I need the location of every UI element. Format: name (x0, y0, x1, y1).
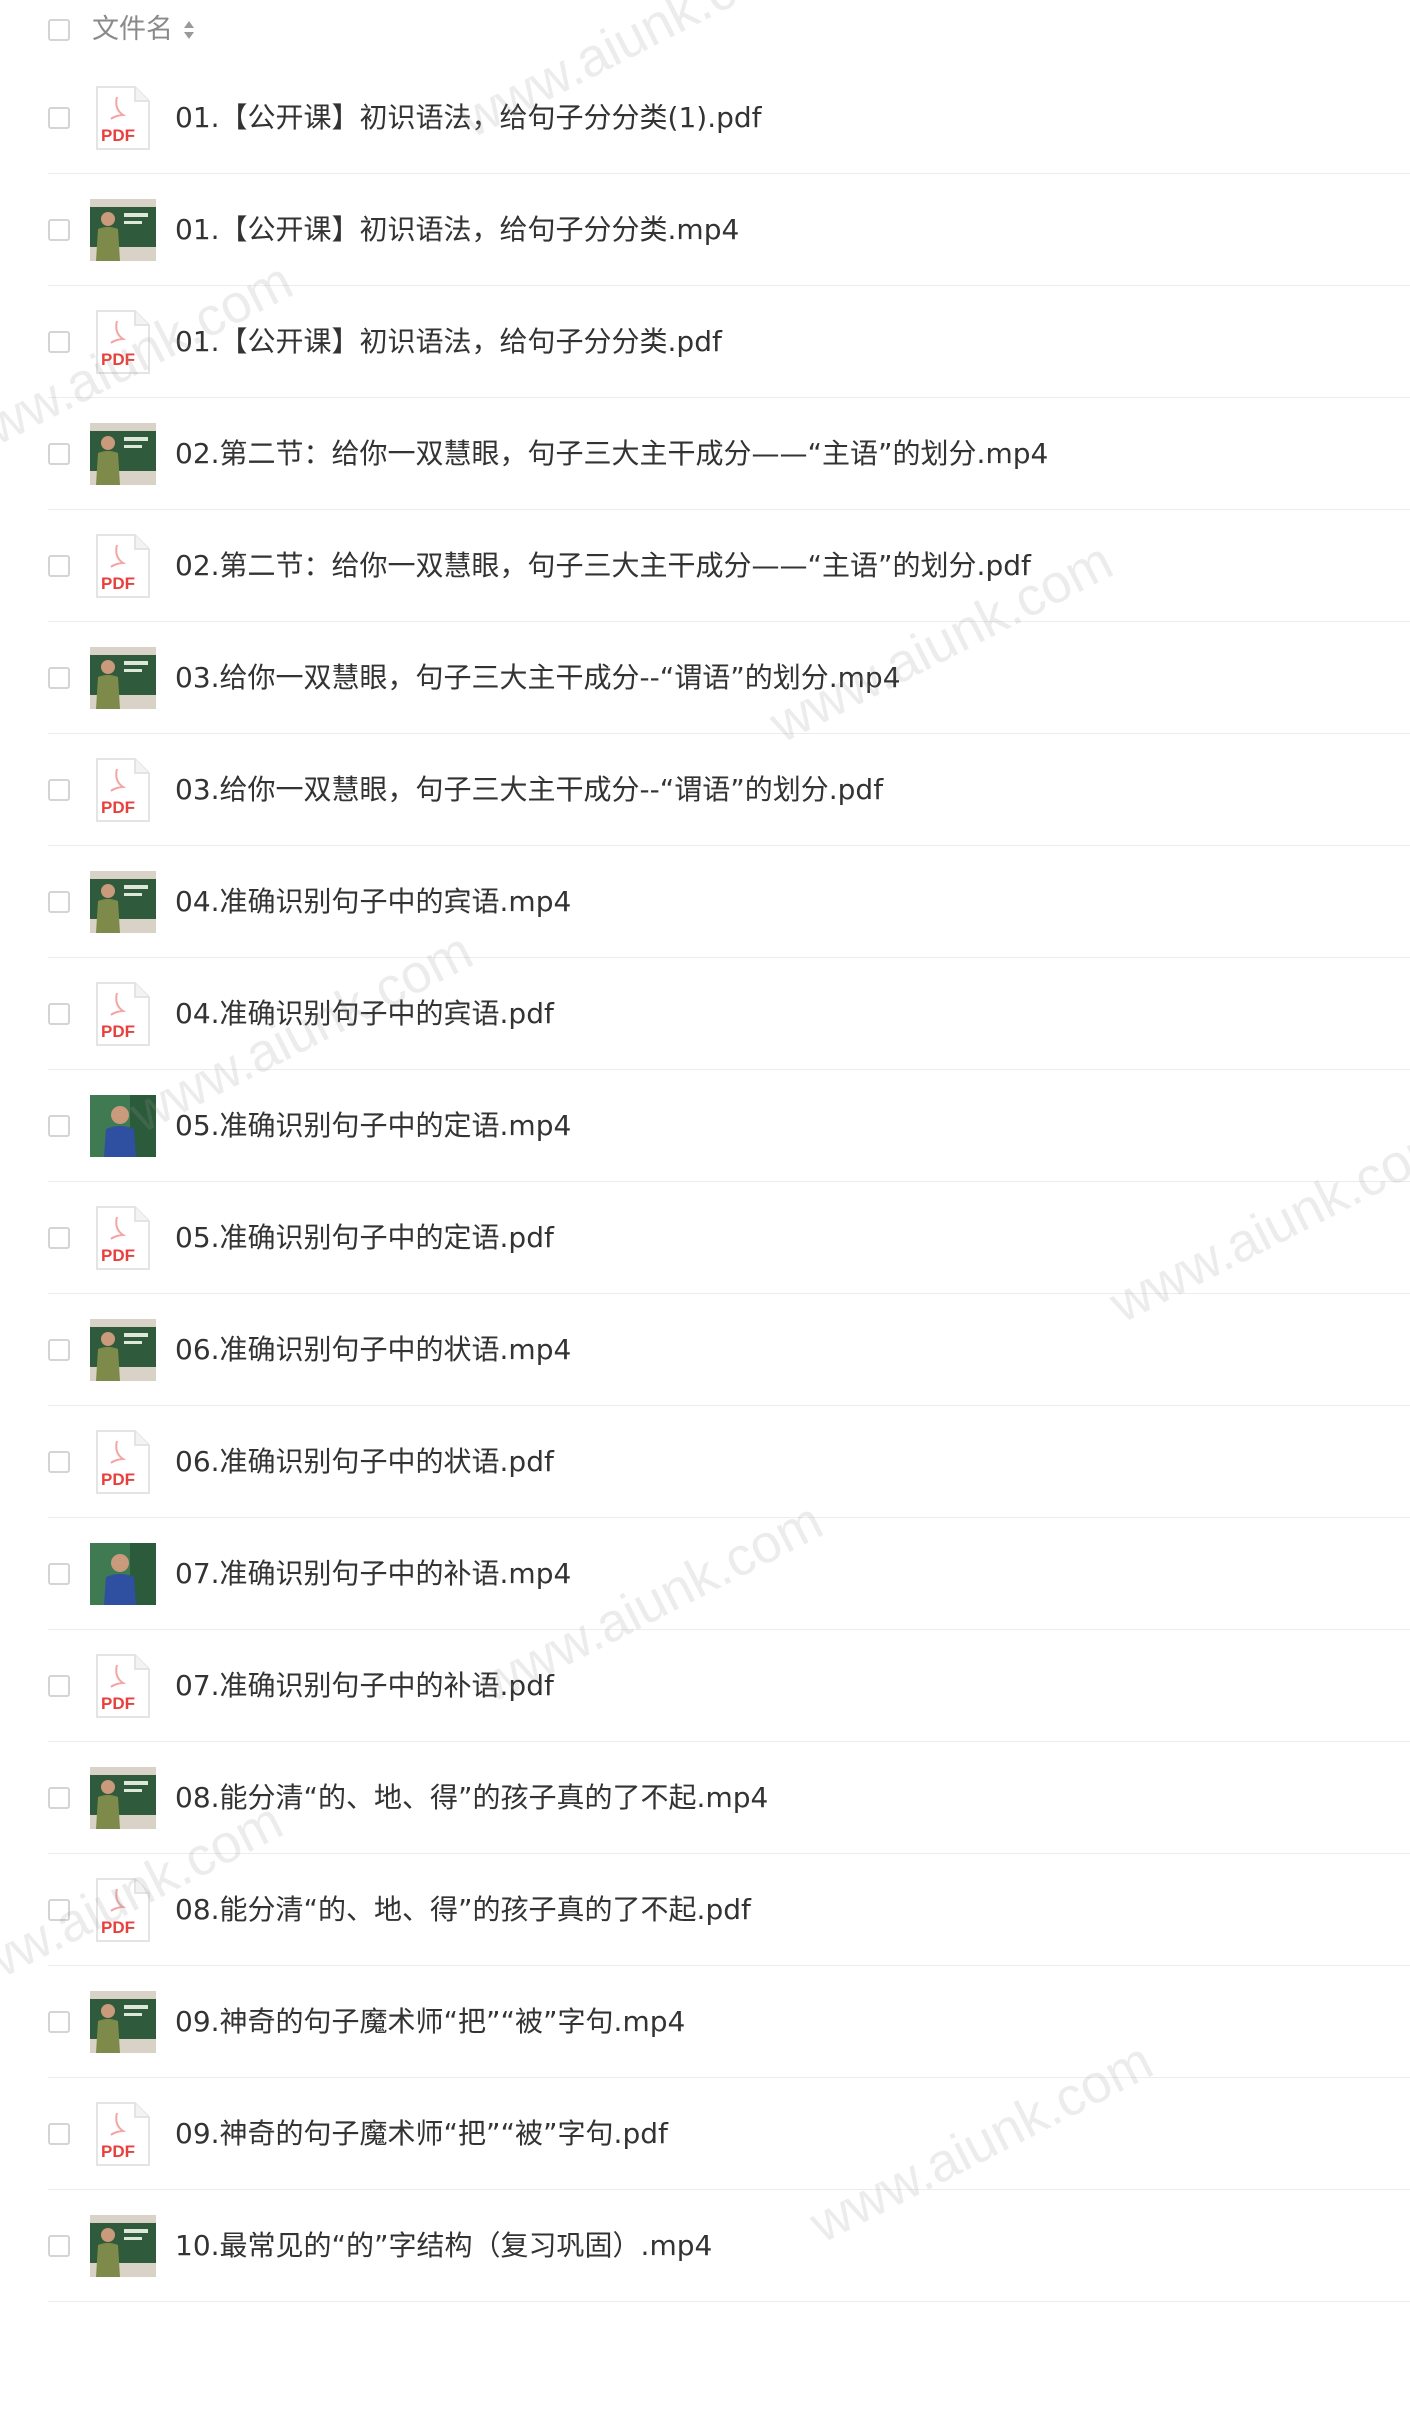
file-row[interactable]: PDF 03.给你一双慧眼，句子三大主干成分--“谓语”的划分.pdf (0, 734, 1410, 846)
pdf-file-icon: PDF (96, 1878, 150, 1942)
file-name[interactable]: 03.给你一双慧眼，句子三大主干成分--“谓语”的划分.pdf (175, 771, 883, 809)
video-thumbnail (90, 1767, 156, 1829)
file-name[interactable]: 08.能分清“的、地、得”的孩子真的了不起.pdf (175, 1891, 751, 1929)
file-row[interactable]: PDF 01.【公开课】初识语法，给句子分分类(1).pdf (0, 62, 1410, 174)
file-row[interactable]: PDF 08.能分清“的、地、得”的孩子真的了不起.pdf (0, 1854, 1410, 1966)
pdf-file-icon: PDF (96, 982, 150, 1046)
file-name[interactable]: 09.神奇的句子魔术师“把”“被”字句.mp4 (175, 2003, 685, 2041)
file-list-page: 文件名 PDF 01.【公开课】初识语法，给句子分分类(1).pdf 01.【公… (0, 0, 1410, 2418)
file-row[interactable]: 04.准确识别句子中的宾语.mp4 (0, 846, 1410, 958)
file-name[interactable]: 02.第二节：给你一双慧眼，句子三大主干成分——“主语”的划分.pdf (175, 547, 1031, 585)
svg-text:PDF: PDF (101, 126, 135, 145)
sort-updown-icon[interactable] (182, 19, 196, 41)
svg-text:PDF: PDF (101, 350, 135, 369)
file-name[interactable]: 05.准确识别句子中的定语.mp4 (175, 1107, 571, 1145)
video-thumbnail (90, 199, 156, 261)
video-thumbnail (90, 1543, 156, 1605)
file-row[interactable]: PDF 01.【公开课】初识语法，给句子分分类.pdf (0, 286, 1410, 398)
select-all-checkbox[interactable] (48, 19, 70, 41)
file-name[interactable]: 10.最常见的“的”字结构（复习巩固）.mp4 (175, 2227, 712, 2265)
row-checkbox[interactable] (48, 1675, 70, 1697)
video-thumbnail (90, 2215, 156, 2277)
row-checkbox[interactable] (48, 331, 70, 353)
pdf-file-icon: PDF (96, 1430, 150, 1494)
pdf-file-icon: PDF (96, 310, 150, 374)
row-checkbox[interactable] (48, 107, 70, 129)
list-header: 文件名 (0, 0, 1410, 62)
file-name[interactable]: 01.【公开课】初识语法，给句子分分类(1).pdf (175, 99, 762, 137)
row-checkbox[interactable] (48, 891, 70, 913)
file-row[interactable]: 05.准确识别句子中的定语.mp4 (0, 1070, 1410, 1182)
pdf-file-icon: PDF (96, 1206, 150, 1270)
row-checkbox[interactable] (48, 1339, 70, 1361)
row-checkbox[interactable] (48, 1451, 70, 1473)
file-name[interactable]: 01.【公开课】初识语法，给句子分分类.pdf (175, 323, 722, 361)
row-checkbox[interactable] (48, 555, 70, 577)
file-name[interactable]: 04.准确识别句子中的宾语.mp4 (175, 883, 571, 921)
file-name[interactable]: 08.能分清“的、地、得”的孩子真的了不起.mp4 (175, 1779, 768, 1817)
svg-text:PDF: PDF (101, 1022, 135, 1041)
svg-text:PDF: PDF (101, 574, 135, 593)
file-row[interactable]: 02.第二节：给你一双慧眼，句子三大主干成分——“主语”的划分.mp4 (0, 398, 1410, 510)
pdf-file-icon: PDF (96, 2102, 150, 2166)
file-row[interactable]: 01.【公开课】初识语法，给句子分分类.mp4 (0, 174, 1410, 286)
file-list: PDF 01.【公开课】初识语法，给句子分分类(1).pdf 01.【公开课】初… (0, 62, 1410, 2302)
row-checkbox[interactable] (48, 1003, 70, 1025)
pdf-file-icon: PDF (96, 1654, 150, 1718)
pdf-file-icon: PDF (96, 758, 150, 822)
row-checkbox[interactable] (48, 1227, 70, 1249)
filename-column-header[interactable]: 文件名 (92, 13, 173, 47)
file-row[interactable]: 10.最常见的“的”字结构（复习巩固）.mp4 (0, 2190, 1410, 2302)
row-checkbox[interactable] (48, 2123, 70, 2145)
video-thumbnail (90, 423, 156, 485)
row-checkbox[interactable] (48, 1115, 70, 1137)
svg-text:PDF: PDF (101, 798, 135, 817)
file-row[interactable]: PDF 09.神奇的句子魔术师“把”“被”字句.pdf (0, 2078, 1410, 2190)
file-row[interactable]: 07.准确识别句子中的补语.mp4 (0, 1518, 1410, 1630)
video-thumbnail (90, 1991, 156, 2053)
video-thumbnail (90, 871, 156, 933)
file-name[interactable]: 04.准确识别句子中的宾语.pdf (175, 995, 554, 1033)
row-checkbox[interactable] (48, 1787, 70, 1809)
row-checkbox[interactable] (48, 219, 70, 241)
file-row[interactable]: 03.给你一双慧眼，句子三大主干成分--“谓语”的划分.mp4 (0, 622, 1410, 734)
file-row[interactable]: 06.准确识别句子中的状语.mp4 (0, 1294, 1410, 1406)
row-checkbox[interactable] (48, 1563, 70, 1585)
video-thumbnail (90, 1095, 156, 1157)
file-row[interactable]: 08.能分清“的、地、得”的孩子真的了不起.mp4 (0, 1742, 1410, 1854)
svg-text:PDF: PDF (101, 1246, 135, 1265)
file-name[interactable]: 06.准确识别句子中的状语.mp4 (175, 1331, 571, 1369)
row-checkbox[interactable] (48, 779, 70, 801)
svg-text:PDF: PDF (101, 1918, 135, 1937)
video-thumbnail (90, 647, 156, 709)
file-row[interactable]: PDF 05.准确识别句子中的定语.pdf (0, 1182, 1410, 1294)
svg-text:PDF: PDF (101, 1470, 135, 1489)
pdf-file-icon: PDF (96, 86, 150, 150)
file-name[interactable]: 03.给你一双慧眼，句子三大主干成分--“谓语”的划分.mp4 (175, 659, 901, 697)
pdf-file-icon: PDF (96, 534, 150, 598)
row-checkbox[interactable] (48, 1899, 70, 1921)
row-checkbox[interactable] (48, 443, 70, 465)
file-name[interactable]: 07.准确识别句子中的补语.mp4 (175, 1555, 571, 1593)
video-thumbnail (90, 1319, 156, 1381)
file-name[interactable]: 06.准确识别句子中的状语.pdf (175, 1443, 554, 1481)
file-row[interactable]: PDF 07.准确识别句子中的补语.pdf (0, 1630, 1410, 1742)
file-row[interactable]: PDF 04.准确识别句子中的宾语.pdf (0, 958, 1410, 1070)
file-name[interactable]: 01.【公开课】初识语法，给句子分分类.mp4 (175, 211, 739, 249)
svg-text:PDF: PDF (101, 2142, 135, 2161)
file-row[interactable]: PDF 06.准确识别句子中的状语.pdf (0, 1406, 1410, 1518)
row-checkbox[interactable] (48, 2011, 70, 2033)
file-row[interactable]: 09.神奇的句子魔术师“把”“被”字句.mp4 (0, 1966, 1410, 2078)
svg-text:PDF: PDF (101, 1694, 135, 1713)
row-checkbox[interactable] (48, 667, 70, 689)
file-name[interactable]: 07.准确识别句子中的补语.pdf (175, 1667, 554, 1705)
file-name[interactable]: 02.第二节：给你一双慧眼，句子三大主干成分——“主语”的划分.mp4 (175, 435, 1048, 473)
file-name[interactable]: 09.神奇的句子魔术师“把”“被”字句.pdf (175, 2115, 668, 2153)
file-name[interactable]: 05.准确识别句子中的定语.pdf (175, 1219, 554, 1257)
file-row[interactable]: PDF 02.第二节：给你一双慧眼，句子三大主干成分——“主语”的划分.pdf (0, 510, 1410, 622)
row-checkbox[interactable] (48, 2235, 70, 2257)
